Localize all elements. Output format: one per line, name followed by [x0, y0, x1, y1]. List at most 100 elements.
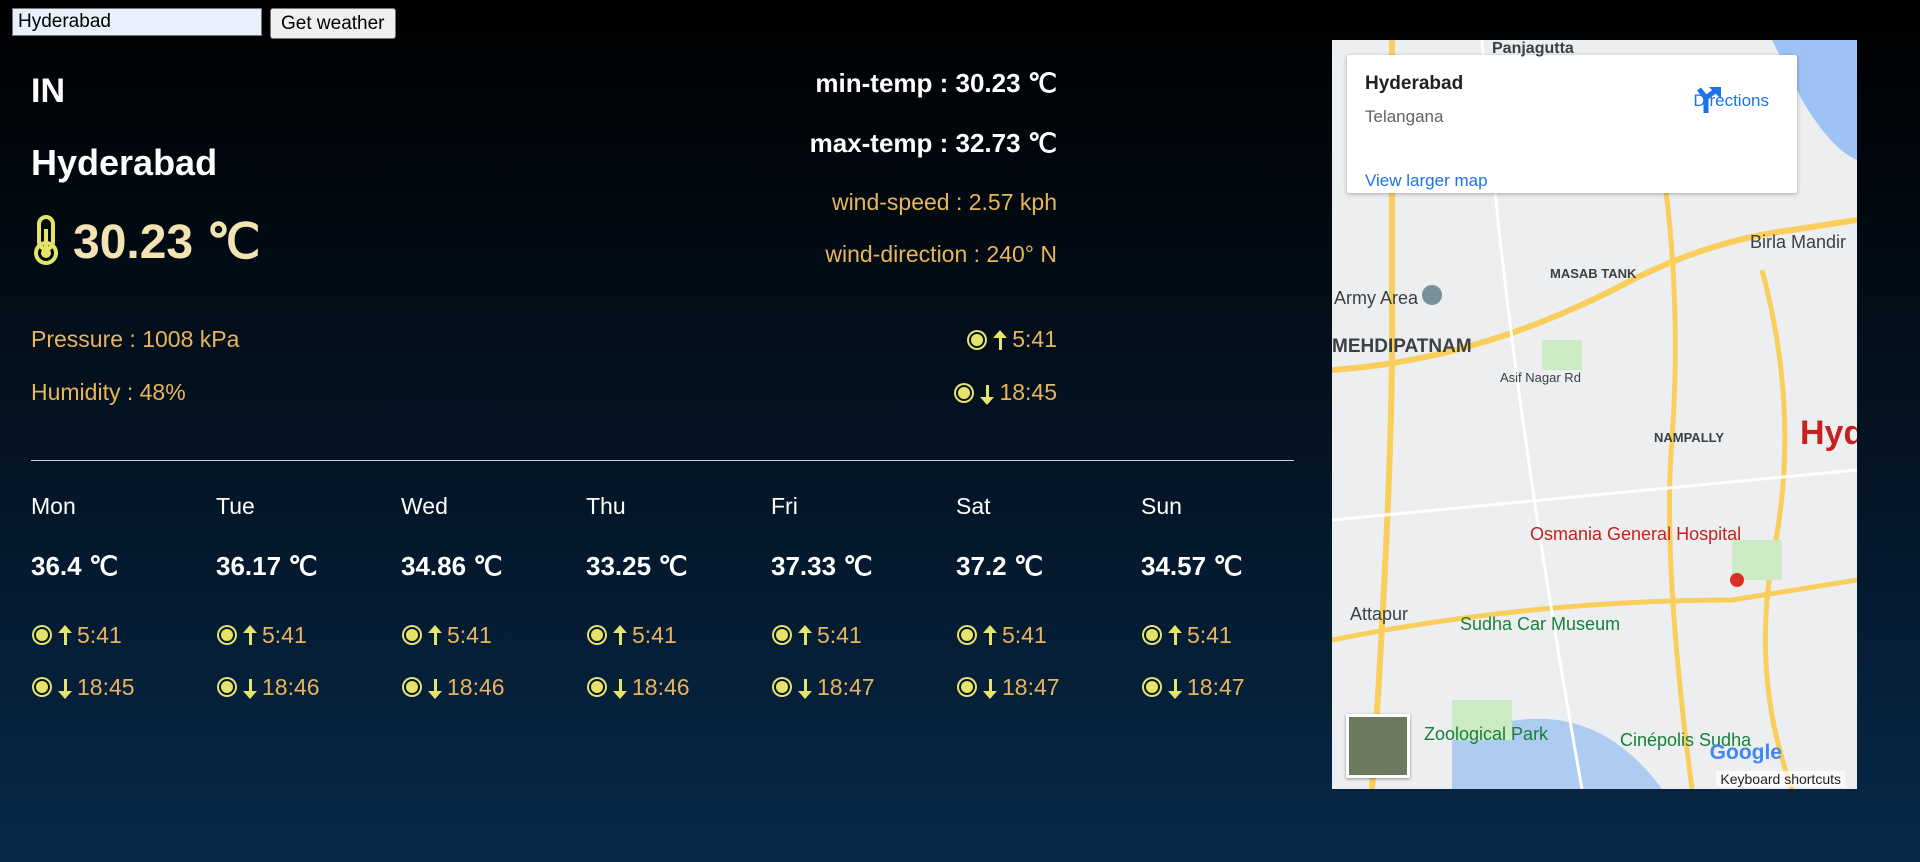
arrow-up-icon	[57, 624, 73, 646]
forecast-sunset-time: 18:46	[632, 673, 690, 700]
satellite-toggle-thumbnail[interactable]	[1346, 714, 1410, 778]
forecast-sunset: 18:46	[216, 661, 401, 713]
arrow-down-icon	[612, 676, 628, 699]
forecast-sunset: 18:47	[956, 661, 1141, 713]
country-code: IN	[31, 72, 65, 110]
max-temp-readout: max-temp : 32.73 ℃	[809, 128, 1057, 158]
map-label: NAMPALLY	[1654, 430, 1725, 445]
forecast-day-temp: 37.33 ℃	[771, 551, 873, 581]
weekly-forecast: Mon 36.4 ℃ 5:41 18:45 Tue 36.17 ℃ 5:41 1…	[31, 493, 1326, 713]
forecast-day: Sun 34.57 ℃ 5:41 18:47	[1141, 493, 1326, 713]
forecast-sunrise-time: 5:41	[632, 621, 677, 648]
forecast-day: Wed 34.86 ℃ 5:41 18:46	[401, 493, 586, 713]
arrow-down-icon	[982, 676, 998, 699]
sun-icon	[216, 624, 238, 646]
arrow-down-icon	[242, 676, 258, 699]
directions-button[interactable]: Directions	[1693, 85, 1769, 113]
sun-icon	[401, 676, 423, 698]
arrow-up-icon	[982, 624, 998, 646]
current-temp-value: 30.23 ℃	[73, 216, 261, 269]
forecast-sunrise: 5:41	[401, 609, 586, 661]
map-label: Hyd	[1800, 414, 1857, 452]
view-larger-map-link[interactable]: View larger map	[1365, 171, 1488, 191]
forecast-sunset: 18:45	[31, 661, 216, 713]
map-label: Birla Mandir	[1750, 232, 1847, 252]
sunrise-time: 5:41	[1012, 326, 1057, 352]
forecast-sunset-time: 18:45	[77, 673, 135, 700]
humidity-readout: Humidity : 48%	[31, 379, 186, 405]
arrow-down-icon	[797, 676, 813, 699]
forecast-sunrise: 5:41	[216, 609, 401, 661]
forecast-day-name: Wed	[401, 493, 448, 519]
map-label: Zoological Park	[1424, 724, 1549, 744]
current-sunset: 18:45	[953, 379, 1057, 406]
sun-icon	[956, 676, 978, 698]
sun-icon	[31, 676, 53, 698]
city-search-input[interactable]	[12, 8, 262, 36]
map-label: MEHDIPATNAM	[1332, 336, 1472, 357]
arrow-down-icon	[979, 382, 995, 405]
forecast-day: Fri 37.33 ℃ 5:41 18:47	[771, 493, 956, 713]
forecast-day-name: Thu	[586, 493, 626, 519]
wind-direction-readout: wind-direction : 240° N	[825, 241, 1057, 267]
get-weather-button[interactable]: Get weather	[270, 8, 396, 39]
embedded-map[interactable]: Hyderabad Telangana View larger map Dire…	[1332, 40, 1857, 789]
sun-icon	[31, 624, 53, 646]
arrow-up-icon	[427, 624, 443, 646]
forecast-day-temp: 33.25 ℃	[586, 551, 688, 581]
sunset-time: 18:45	[999, 379, 1057, 405]
map-place-title: Hyderabad	[1365, 73, 1464, 94]
arrow-up-icon	[612, 624, 628, 646]
map-label: Sudha Car Museum	[1460, 614, 1621, 634]
forecast-sunset-time: 18:47	[817, 673, 875, 700]
forecast-sunset: 18:46	[401, 661, 586, 713]
forecast-sunrise-time: 5:41	[77, 621, 122, 648]
sun-icon	[1141, 676, 1163, 698]
forecast-day: Thu 33.25 ℃ 5:41 18:46	[586, 493, 771, 713]
sun-icon	[216, 676, 238, 698]
sun-icon	[771, 624, 793, 646]
forecast-day-name: Sat	[956, 493, 991, 519]
forecast-day-name: Tue	[216, 493, 255, 519]
thermometer-icon	[31, 214, 61, 270]
forecast-day-name: Mon	[31, 493, 76, 519]
forecast-sunrise: 5:41	[956, 609, 1141, 661]
forecast-sunrise-time: 5:41	[447, 621, 492, 648]
forecast-day-name: Sun	[1141, 493, 1182, 519]
forecast-day-temp: 36.17 ℃	[216, 551, 318, 581]
arrow-up-icon	[992, 329, 1008, 351]
forecast-day-temp: 37.2 ℃	[956, 551, 1044, 581]
sun-icon	[586, 624, 608, 646]
sun-icon	[956, 624, 978, 646]
forecast-sunset-time: 18:46	[262, 673, 320, 700]
search-bar: Get weather	[12, 8, 396, 39]
current-temperature: 30.23 ℃	[31, 214, 260, 270]
forecast-day: Sat 37.2 ℃ 5:41 18:47	[956, 493, 1141, 713]
wind-speed-readout: wind-speed : 2.57 kph	[831, 189, 1057, 215]
forecast-sunset: 18:46	[586, 661, 771, 713]
forecast-sunrise-time: 5:41	[1002, 621, 1047, 648]
arrow-up-icon	[242, 624, 258, 646]
sun-icon	[966, 329, 988, 351]
forecast-day: Tue 36.17 ℃ 5:41 18:46	[216, 493, 401, 713]
map-label: Osmania General Hospital	[1530, 524, 1742, 544]
arrow-down-icon	[57, 676, 73, 699]
map-place-subtitle: Telangana	[1365, 107, 1444, 126]
city-name: Hyderabad	[31, 142, 218, 183]
forecast-sunrise: 5:41	[771, 609, 956, 661]
forecast-sunset: 18:47	[771, 661, 956, 713]
keyboard-shortcuts-link[interactable]: Keyboard shortcuts	[1716, 771, 1845, 787]
arrow-up-icon	[797, 624, 813, 646]
map-label: Asif Nagar Rd	[1500, 370, 1581, 385]
sun-icon	[771, 676, 793, 698]
forecast-sunrise: 5:41	[586, 609, 771, 661]
forecast-sunrise-time: 5:41	[262, 621, 307, 648]
forecast-sunrise: 5:41	[31, 609, 216, 661]
forecast-sunset-time: 18:46	[447, 673, 505, 700]
arrow-down-icon	[427, 676, 443, 699]
forecast-day-temp: 34.57 ℃	[1141, 551, 1243, 581]
forecast-day-name: Fri	[771, 493, 798, 519]
forecast-day-temp: 34.86 ℃	[401, 551, 503, 581]
arrow-up-icon	[1167, 624, 1183, 646]
map-place-card: Hyderabad Telangana View larger map Dire…	[1347, 55, 1797, 193]
